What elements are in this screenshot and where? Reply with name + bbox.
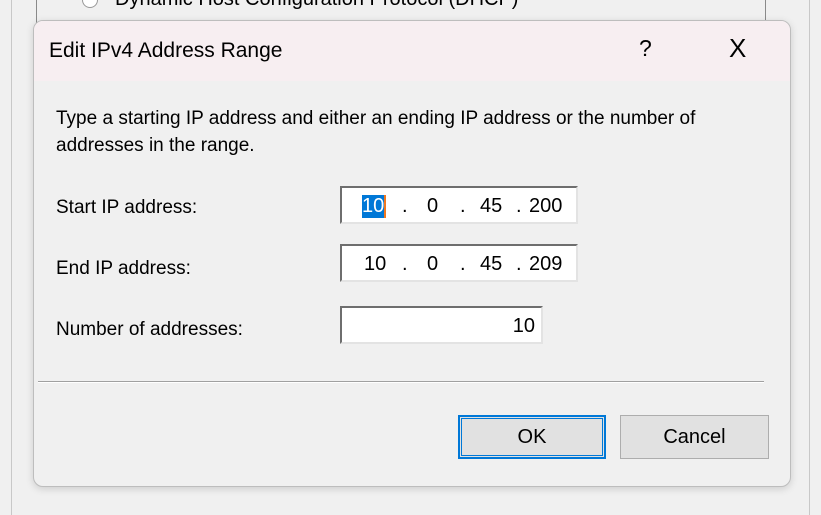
dot: . <box>460 195 466 217</box>
end-ip-label: End IP address: <box>56 258 191 279</box>
start-ip-input[interactable]: 10 . 0 . 45 . 200 <box>340 186 578 224</box>
start-ip-octet-4[interactable]: 200 <box>529 195 562 218</box>
cancel-button[interactable]: Cancel <box>620 415 769 459</box>
dot: . <box>402 195 408 217</box>
dot: . <box>516 195 522 217</box>
start-ip-octet-3[interactable]: 45 <box>480 195 502 218</box>
end-ip-octet-4[interactable]: 209 <box>529 253 562 276</box>
background-option-label: Dynamic Host Configuration Protocol (DHC… <box>115 0 518 11</box>
end-ip-input[interactable]: 10 . 0 . 45 . 209 <box>340 244 578 282</box>
description-text: Type a starting IP address and either an… <box>56 108 696 156</box>
end-ip-octet-3[interactable]: 45 <box>480 253 502 276</box>
start-ip-octet-2[interactable]: 0 <box>427 195 438 218</box>
edit-ipv4-range-dialog: Edit IPv4 Address Range ? X Type a start… <box>33 20 791 487</box>
address-count-input[interactable]: 10 <box>340 306 543 344</box>
dialog-title: Edit IPv4 Address Range <box>49 39 283 62</box>
dot: . <box>516 253 522 275</box>
start-ip-octet-1[interactable]: 10 <box>362 195 387 218</box>
ok-button[interactable]: OK <box>458 415 606 459</box>
help-button[interactable]: ? <box>639 35 652 62</box>
dot: . <box>460 253 466 275</box>
end-ip-octet-2[interactable]: 0 <box>427 253 438 276</box>
title-bar: Edit IPv4 Address Range ? X <box>34 21 790 81</box>
separator <box>38 381 764 383</box>
dot: . <box>402 253 408 275</box>
start-ip-label: Start IP address: <box>56 197 198 218</box>
close-button[interactable]: X <box>729 33 746 64</box>
count-label: Number of addresses: <box>56 319 243 340</box>
end-ip-octet-1[interactable]: 10 <box>364 253 386 276</box>
